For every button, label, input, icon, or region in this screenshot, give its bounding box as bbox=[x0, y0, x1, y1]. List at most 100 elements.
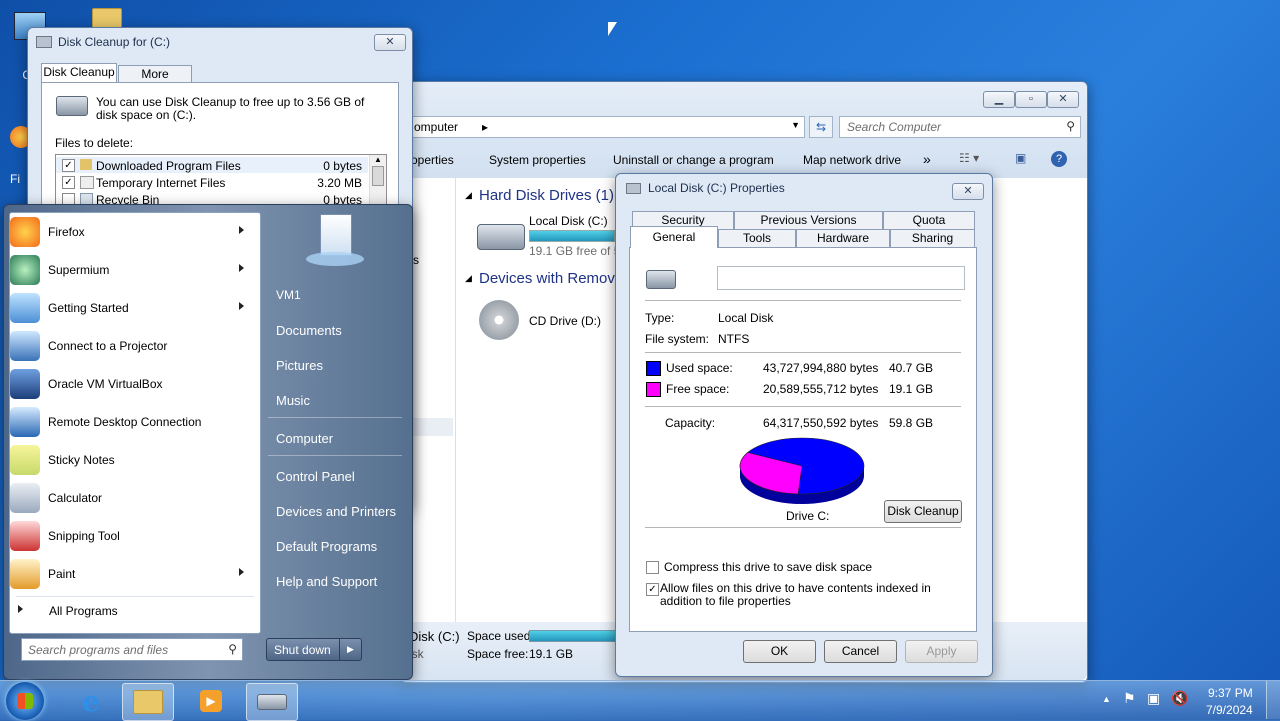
show-hidden-icons-icon[interactable]: ▲ bbox=[1102, 694, 1111, 704]
start-right-item[interactable]: Help and Support bbox=[276, 574, 377, 589]
cleanup-close-button[interactable]: ✕ bbox=[374, 34, 406, 51]
taskbar-explorer[interactable] bbox=[122, 683, 174, 721]
collapse-arrow-icon[interactable]: ◢ bbox=[465, 273, 472, 284]
start-program-item[interactable]: Supermium bbox=[10, 252, 250, 288]
start-program-item[interactable]: Connect to a Projector bbox=[10, 328, 250, 364]
file-icon bbox=[80, 159, 92, 170]
space-used-bar bbox=[529, 630, 619, 642]
taskbar-disk-cleanup[interactable] bbox=[246, 683, 298, 721]
files-list[interactable]: ✓ Downloaded Program Files 0 bytes ✓ Tem… bbox=[55, 154, 387, 208]
file-icon bbox=[80, 176, 94, 189]
tab-quota[interactable]: Quota bbox=[883, 211, 975, 229]
close-button[interactable]: ✕ bbox=[1047, 91, 1079, 108]
toolbar-more[interactable]: » bbox=[923, 151, 931, 167]
user-picture[interactable] bbox=[306, 212, 364, 270]
action-center-flag-icon[interactable]: ⚑ bbox=[1123, 690, 1136, 707]
disk-cleanup-button[interactable]: Disk Cleanup bbox=[884, 500, 962, 523]
toolbar-uninstall[interactable]: Uninstall or change a program bbox=[613, 153, 774, 167]
tab-hardware[interactable]: Hardware bbox=[796, 229, 890, 247]
maximize-button[interactable]: ▫ bbox=[1015, 91, 1047, 108]
taskbar-media-player[interactable]: ▶ bbox=[186, 683, 236, 719]
view-icon[interactable]: ☷ ▾ bbox=[959, 151, 979, 165]
drive-name-input[interactable] bbox=[717, 266, 965, 290]
dropdown-icon[interactable]: ▼ bbox=[791, 120, 800, 130]
start-right-item[interactable]: Documents bbox=[276, 323, 342, 338]
start-program-item[interactable]: Getting Started bbox=[10, 290, 250, 326]
compress-checkbox[interactable] bbox=[646, 561, 659, 575]
help-icon[interactable]: ? bbox=[1051, 151, 1067, 167]
clock-date[interactable]: 7/9/2024 bbox=[1206, 703, 1253, 717]
toolbar-properties[interactable]: operties bbox=[411, 153, 454, 167]
show-desktop-button[interactable] bbox=[1266, 681, 1280, 719]
scroll-thumb[interactable] bbox=[372, 166, 384, 186]
network-icon[interactable]: ▣ bbox=[1147, 690, 1160, 707]
tab-sharing[interactable]: Sharing bbox=[890, 229, 975, 247]
submenu-arrow-icon[interactable] bbox=[239, 302, 244, 310]
tab-disk-cleanup[interactable]: Disk Cleanup bbox=[41, 63, 117, 83]
refresh-button[interactable]: ⇆ bbox=[809, 116, 833, 138]
properties-close-button[interactable]: ✕ bbox=[952, 183, 984, 200]
start-right-item[interactable]: Control Panel bbox=[276, 469, 355, 484]
volume-muted-icon[interactable]: 🔇 bbox=[1171, 690, 1188, 707]
all-programs-arrow-icon bbox=[18, 605, 23, 613]
start-program-item[interactable]: Calculator bbox=[10, 480, 250, 516]
preview-pane-icon[interactable]: ▣ bbox=[1015, 151, 1026, 165]
list-item[interactable]: ✓ Downloaded Program Files 0 bytes bbox=[56, 157, 368, 173]
start-right-item[interactable]: VM1 bbox=[276, 288, 301, 302]
cd-drive-item[interactable]: CD Drive (D:) bbox=[473, 298, 623, 344]
start-search-input[interactable]: Search programs and files ⚲ bbox=[21, 638, 243, 661]
start-program-label: Snipping Tool bbox=[48, 529, 120, 543]
clock-time[interactable]: 9:37 PM bbox=[1208, 686, 1253, 700]
address-bar[interactable]: omputer ▸ ▼ bbox=[411, 116, 805, 138]
start-program-item[interactable]: Sticky Notes bbox=[10, 442, 250, 478]
file-checkbox[interactable]: ✓ bbox=[62, 176, 75, 189]
hard-disk-group-header[interactable]: Hard Disk Drives (1) bbox=[479, 187, 614, 204]
tab-more-options[interactable]: More Options bbox=[118, 65, 192, 98]
programs-separator bbox=[16, 596, 254, 597]
properties-window[interactable]: Local Disk (C:) Properties ✕ Security Pr… bbox=[615, 173, 993, 677]
drive-icon bbox=[646, 270, 676, 289]
all-programs[interactable]: All Programs bbox=[16, 602, 254, 620]
file-checkbox[interactable]: ✓ bbox=[62, 159, 75, 172]
tab-tools[interactable]: Tools bbox=[718, 229, 796, 247]
start-right-item[interactable]: Devices and Printers bbox=[276, 504, 396, 519]
cancel-button[interactable]: Cancel bbox=[824, 640, 897, 663]
submenu-arrow-icon[interactable] bbox=[239, 226, 244, 234]
list-scrollbar[interactable]: ▲ bbox=[369, 155, 386, 207]
start-button[interactable] bbox=[6, 682, 44, 720]
drive-title-icon bbox=[626, 182, 641, 194]
start-right-item[interactable]: Pictures bbox=[276, 358, 323, 373]
windows-logo-icon bbox=[17, 693, 33, 709]
submenu-arrow-icon[interactable] bbox=[239, 568, 244, 576]
index-checkbox[interactable]: ✓ bbox=[646, 583, 659, 596]
start-program-item[interactable]: Snipping Tool bbox=[10, 518, 250, 554]
scroll-up-icon[interactable]: ▲ bbox=[370, 155, 386, 164]
start-program-item[interactable]: Firefox bbox=[10, 214, 250, 250]
apply-button[interactable]: Apply bbox=[905, 640, 978, 663]
start-right-item[interactable]: Computer bbox=[276, 431, 333, 446]
collapse-arrow-icon[interactable]: ◢ bbox=[465, 190, 472, 201]
taskbar-internet-explorer[interactable]: e bbox=[66, 683, 116, 719]
submenu-arrow-icon[interactable] bbox=[239, 264, 244, 272]
tab-previous-versions[interactable]: Previous Versions bbox=[734, 211, 883, 229]
shutdown-options-arrow-icon[interactable]: ▶ bbox=[339, 639, 361, 660]
shutdown-button[interactable]: Shut down ▶ bbox=[266, 638, 362, 661]
start-program-item[interactable]: Remote Desktop Connection bbox=[10, 404, 250, 440]
start-program-label: Getting Started bbox=[48, 301, 129, 315]
toolbar-map-drive[interactable]: Map network drive bbox=[803, 153, 901, 167]
start-program-item[interactable]: Paint bbox=[10, 556, 250, 592]
start-program-item[interactable]: Oracle VM VirtualBox bbox=[10, 366, 250, 402]
search-box[interactable]: Search Computer ⚲ bbox=[839, 116, 1081, 138]
devices-group-header[interactable]: Devices with Remova bbox=[479, 270, 623, 287]
ok-button[interactable]: OK bbox=[743, 640, 816, 663]
list-item[interactable]: ✓ Temporary Internet Files 3.20 MB bbox=[56, 174, 368, 190]
minimize-button[interactable]: ▁ bbox=[983, 91, 1015, 108]
compress-option[interactable]: Compress this drive to save disk space bbox=[646, 560, 872, 575]
start-program-label: Firefox bbox=[48, 225, 85, 239]
local-disk-item[interactable]: Local Disk (C:) 19.1 GB free of 59 bbox=[473, 210, 627, 258]
document-icon bbox=[320, 214, 352, 256]
start-right-item[interactable]: Default Programs bbox=[276, 539, 377, 554]
start-right-item[interactable]: Music bbox=[276, 393, 310, 408]
tab-general[interactable]: General bbox=[630, 226, 718, 248]
toolbar-system-properties[interactable]: System properties bbox=[489, 153, 586, 167]
